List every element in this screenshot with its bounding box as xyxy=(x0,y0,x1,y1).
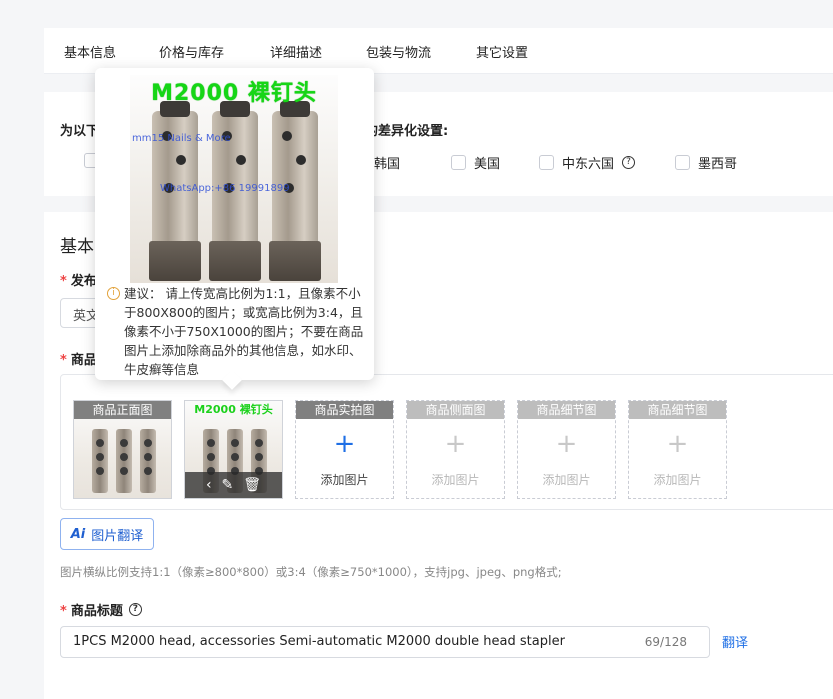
plus-icon: + xyxy=(555,429,578,459)
image-slot-detail-1[interactable]: 商品细节图 + 添加图片 xyxy=(517,400,616,499)
slot-label: 商品细节图 xyxy=(629,401,726,419)
preview-image-title: M2000 裸钉头 xyxy=(151,81,317,106)
product-title-value: 1PCS M2000 head, accessories Semi-automa… xyxy=(73,634,565,649)
tab-basic-info[interactable]: 基本信息 xyxy=(64,42,116,61)
region-title-right: 的差异化设置: xyxy=(365,124,449,139)
edit-icon[interactable]: ✎ xyxy=(222,477,234,493)
bottom-card xyxy=(44,658,833,699)
checkbox[interactable] xyxy=(451,155,466,170)
watermark-text: WhatsApp:+86 19991899 xyxy=(160,183,290,194)
region-option-label: 韩国 xyxy=(374,157,401,172)
add-image-text: 添加图片 xyxy=(653,473,702,487)
upload-suggestion-text: 建议： 请上传宽高比例为1:1，且像素不小于800X800的图片；或宽高比例为3… xyxy=(124,286,364,377)
slot-label: 商品侧面图 xyxy=(407,401,504,419)
tab-packaging[interactable]: 包装与物流 xyxy=(366,42,431,61)
image-format-hint: 图片横纵比例支持1:1（像素≥800*800）或3:4（像素≥750*1000）… xyxy=(60,565,562,579)
thumbnail-title: M2000 裸钉头 xyxy=(194,403,273,416)
tab-description[interactable]: 详细描述 xyxy=(270,42,322,61)
preview-image: M2000 裸钉头 mm15 Nails & More WhatsApp:+86… xyxy=(130,75,338,283)
add-image-text: 添加图片 xyxy=(431,473,480,487)
region-option-middle-east[interactable]: 中东六国 ? xyxy=(539,153,636,172)
translate-link[interactable]: 翻译 xyxy=(722,632,748,651)
image-translate-label: 图片翻译 xyxy=(91,528,144,544)
image-translate-button[interactable]: Ai 图片翻译 xyxy=(60,518,154,550)
add-image-text: 添加图片 xyxy=(320,473,369,487)
add-image-text: 添加图片 xyxy=(542,473,591,487)
checkbox[interactable] xyxy=(539,155,554,170)
title-char-count: 69/128 xyxy=(644,635,687,649)
tab-price-stock[interactable]: 价格与库存 xyxy=(159,42,224,61)
image-slot-front[interactable]: 商品正面图 xyxy=(73,400,172,499)
region-option-label: 墨西哥 xyxy=(698,157,738,172)
plus-icon: + xyxy=(333,429,356,459)
region-option-mexico[interactable]: 墨西哥 xyxy=(675,153,737,172)
region-option-usa[interactable]: 美国 xyxy=(451,153,500,172)
upload-suggestion: i 建议： 请上传宽高比例为1:1，且像素不小于800X800的图片；或宽高比例… xyxy=(107,284,367,379)
publish-label: * 发布 xyxy=(60,274,97,289)
plus-icon: + xyxy=(444,429,467,459)
trash-icon[interactable]: 🗑 xyxy=(243,477,261,493)
image-slot-detail-2[interactable]: 商品细节图 + 添加图片 xyxy=(628,400,727,499)
image-upload-area: 商品正面图 M2000 裸钉头 ‹ ✎ 🗑 商品实拍图 + 添加图片 商品侧面图… xyxy=(60,374,833,510)
question-circle-icon[interactable]: ? xyxy=(622,156,636,169)
region-option-label: 中东六国 xyxy=(562,157,615,172)
chevron-left-icon[interactable]: ‹ xyxy=(206,477,212,493)
slot-label: 商品正面图 xyxy=(74,401,171,419)
slot-label: 商品细节图 xyxy=(518,401,615,419)
checkbox[interactable] xyxy=(675,155,690,170)
watermark-text: mm15 Nails & More xyxy=(132,133,231,144)
product-title-input[interactable]: 1PCS M2000 head, accessories Semi-automa… xyxy=(60,626,710,658)
image-slot-side[interactable]: 商品侧面图 + 添加图片 xyxy=(406,400,505,499)
images-label: * 商品 xyxy=(60,353,97,368)
image-slot-real-shot[interactable]: 商品实拍图 + 添加图片 xyxy=(295,400,394,499)
image-slot-hovered[interactable]: M2000 裸钉头 ‹ ✎ 🗑 xyxy=(184,400,283,499)
image-preview-popover: M2000 裸钉头 mm15 Nails & More WhatsApp:+86… xyxy=(95,68,374,380)
slot-label: 商品实拍图 xyxy=(296,401,393,419)
thumbnail-actions: ‹ ✎ 🗑 xyxy=(185,472,282,498)
tab-other-settings[interactable]: 其它设置 xyxy=(476,42,528,61)
question-circle-icon[interactable]: ? xyxy=(128,603,142,616)
info-circle-icon: i xyxy=(107,287,120,300)
region-option-label: 美国 xyxy=(474,157,501,172)
region-title-left: 为以下 xyxy=(60,124,100,139)
product-title-label: * 商品标题 ? xyxy=(60,600,142,619)
section-title: 基本 xyxy=(60,237,94,257)
ai-icon: Ai xyxy=(70,526,86,542)
plus-icon: + xyxy=(666,429,689,459)
